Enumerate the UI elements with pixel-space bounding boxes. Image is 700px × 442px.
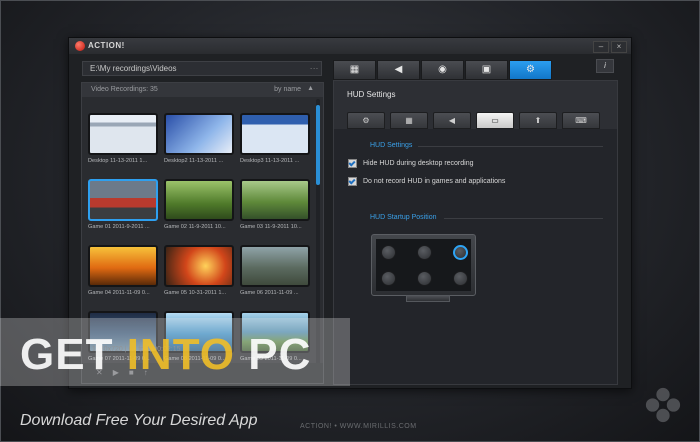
divider <box>418 146 603 147</box>
title-bar: ACTION! – × <box>69 38 631 54</box>
thumbnail-image <box>240 245 310 287</box>
library-header: Video Recordings: 35 by name ▲ <box>82 83 323 97</box>
thumbnail-caption: Game 04 2011-11-09 0... <box>88 290 150 296</box>
thumbnail-caption: Desktop3 11-13-2011 ... <box>240 158 300 164</box>
watermark-logo: GET INTO PC <box>20 330 311 380</box>
hud-startup-label: HUD Startup Position <box>370 214 437 221</box>
minimize-button[interactable]: – <box>593 41 609 53</box>
video-thumbnail[interactable]: Game 06 2011-11-09 ... <box>240 245 310 296</box>
watermark-get: GET <box>20 330 127 379</box>
panel-title: HUD Settings <box>347 90 396 99</box>
thumbnail-image <box>88 179 158 221</box>
tab-film-icon[interactable]: ▦ <box>333 60 376 80</box>
subtab-speaker-icon[interactable]: ◀ <box>433 112 471 129</box>
hud-header: HUD Settings ⚙ ▦ ◀ ▭ ⬆ ⌨ <box>334 81 617 129</box>
library-title: Video Recordings: 35 <box>91 86 158 93</box>
info-button[interactable]: i <box>596 59 614 73</box>
thumbnail-caption: Game 06 2011-11-09 ... <box>240 290 299 296</box>
monitor-screen <box>376 239 471 291</box>
tab-webcam-icon[interactable]: ◉ <box>421 60 464 80</box>
hide-hud-option[interactable]: Hide HUD during desktop recording <box>348 159 474 168</box>
thumbnail-image <box>164 179 234 221</box>
app-title: ACTION! <box>88 41 125 50</box>
thumbnail-image <box>164 113 234 155</box>
recordings-path-field[interactable]: E:\My recordings\Videos ... <box>82 61 322 76</box>
position-top-right[interactable] <box>453 245 468 260</box>
thumbnail-image <box>88 113 158 155</box>
video-thumbnail[interactable]: Game 04 2011-11-09 0... <box>88 245 158 296</box>
subtab-monitor-icon[interactable]: ▭ <box>476 112 514 129</box>
settings-subtabs: ⚙ ▦ ◀ ▭ ⬆ ⌨ <box>347 112 600 129</box>
thumbnail-caption: Game 05 10-31-2011 1... <box>164 290 227 296</box>
subtab-gear-icon[interactable]: ⚙ <box>347 112 385 129</box>
tab-camera-icon[interactable]: ▣ <box>465 60 508 80</box>
video-thumbnail[interactable]: Game 05 10-31-2011 1... <box>164 245 234 296</box>
monitor-stand <box>406 295 450 302</box>
hide-hud-checkbox[interactable] <box>348 159 357 168</box>
position-bottom-left[interactable] <box>381 271 396 286</box>
video-thumbnail[interactable]: Game 03 11-9-2011 10... <box>240 179 310 230</box>
thumbnail-image <box>164 245 234 287</box>
watermark-into: INTO <box>126 330 235 379</box>
thumbnail-image <box>88 245 158 287</box>
hud-position-monitor <box>371 234 476 296</box>
mirillis-flower-icon <box>645 387 681 423</box>
no-record-hud-option[interactable]: Do not record HUD in games and applicati… <box>348 177 505 186</box>
position-top-left[interactable] <box>381 245 396 260</box>
divider <box>444 218 603 219</box>
tab-speaker-icon[interactable]: ◀ <box>377 60 420 80</box>
video-thumbnail[interactable]: Desktop3 11-13-2011 ... <box>240 113 310 164</box>
action-logo-icon <box>75 41 85 51</box>
position-bottom-center[interactable] <box>417 271 432 286</box>
sort-dropdown[interactable]: by name <box>274 86 301 93</box>
browse-button[interactable]: ... <box>310 64 319 71</box>
thumbnail-caption: Desktop 11-13-2011 1... <box>88 158 148 164</box>
thumbnail-image <box>240 179 310 221</box>
tab-gear-icon[interactable]: ⚙ <box>509 60 552 80</box>
footer-text: ACTION! • WWW.MIRILLIS.COM <box>300 423 417 430</box>
watermark-tagline: Download Free Your Desired App <box>20 412 258 429</box>
video-thumbnail[interactable]: Game 01 2011-9-2011 ... <box>88 179 158 230</box>
position-bottom-right[interactable] <box>453 271 468 286</box>
hide-hud-label: Hide HUD during desktop recording <box>363 160 474 167</box>
video-thumbnail[interactable]: Desktop 11-13-2011 1... <box>88 113 158 164</box>
watermark-pc: PC <box>235 330 312 379</box>
settings-panel: HUD Settings ⚙ ▦ ◀ ▭ ⬆ ⌨ HUD Settings Hide HU… <box>333 80 618 385</box>
scrollbar-thumb[interactable] <box>316 105 320 185</box>
subtab-film-icon[interactable]: ▦ <box>390 112 428 129</box>
thumbnail-caption: Game 03 11-9-2011 10... <box>240 224 302 230</box>
thumbnail-caption: Game 02 11-9-2011 10... <box>164 224 226 230</box>
thumbnail-image <box>240 113 310 155</box>
close-button[interactable]: × <box>611 41 627 53</box>
subtab-upload-icon[interactable]: ⬆ <box>519 112 557 129</box>
video-thumbnail[interactable]: Desktop2 11-13-2011 ... <box>164 113 234 164</box>
thumbnail-caption: Desktop2 11-13-2011 ... <box>164 158 224 164</box>
hud-settings-label: HUD Settings <box>370 142 413 149</box>
thumbnail-caption: Game 01 2011-9-2011 ... <box>88 224 150 230</box>
subtab-keyboard-icon[interactable]: ⌨ <box>562 112 600 129</box>
sort-arrow-icon[interactable]: ▲ <box>307 85 314 92</box>
path-value: E:\My recordings\Videos <box>90 64 177 73</box>
main-tabs: ▦ ◀ ◉ ▣ ⚙ <box>333 60 552 80</box>
position-top-center[interactable] <box>417 245 432 260</box>
video-thumbnail[interactable]: Game 02 11-9-2011 10... <box>164 179 234 230</box>
no-record-hud-checkbox[interactable] <box>348 177 357 186</box>
no-record-hud-label: Do not record HUD in games and applicati… <box>363 178 506 185</box>
